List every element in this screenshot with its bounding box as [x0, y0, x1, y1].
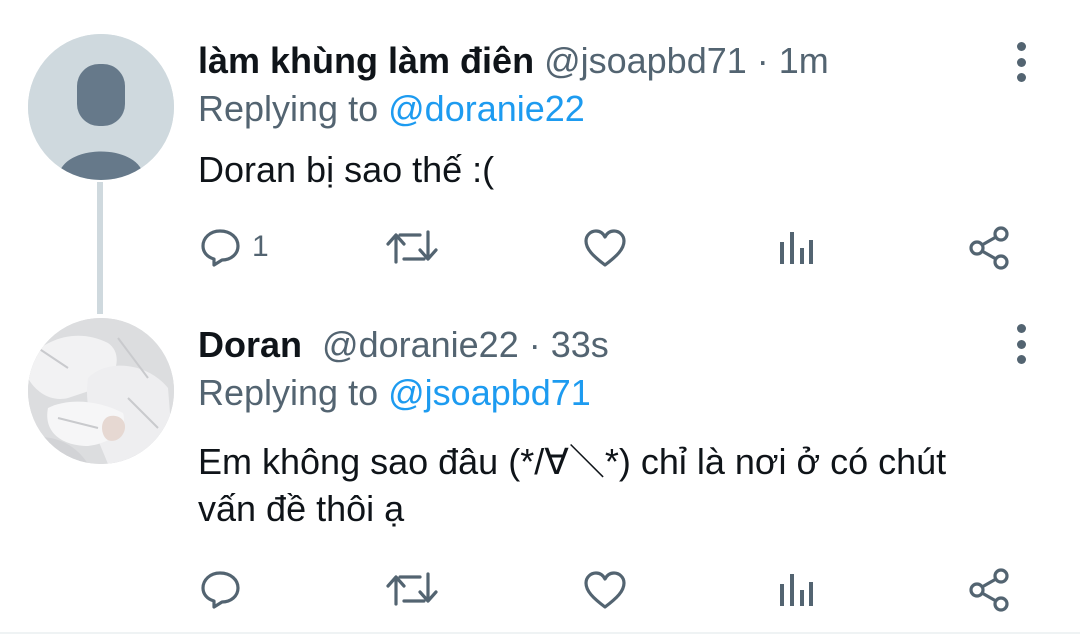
timestamp[interactable]: · 33s — [529, 324, 609, 365]
reply-button[interactable] — [200, 569, 252, 609]
display-name[interactable]: làm khùng làm điên — [198, 40, 534, 81]
share-button[interactable] — [968, 226, 1010, 270]
tweet-header: làm khùng làm điên @jsoapbd71 · 1m — [198, 40, 829, 82]
replying-to-mention[interactable]: @jsoapbd71 — [388, 372, 591, 413]
replying-to-line: Replying to @jsoapbd71 — [198, 372, 591, 414]
timestamp[interactable]: · 1m — [757, 40, 829, 81]
reply-button[interactable]: 1 — [200, 227, 269, 267]
analytics-icon — [780, 574, 813, 606]
tweet-text-line-1: Em không sao đâu (*/∀＼*) chỉ là nơi ở có… — [198, 441, 947, 482]
tweet-text-content: Doran bị sao thế :( — [198, 149, 495, 190]
user-handle[interactable]: @doranie22 — [322, 324, 519, 365]
reply-icon — [201, 571, 240, 609]
bottom-divider — [0, 632, 1080, 634]
tweet-text-line-2: vấn đề thôi ạ — [198, 488, 405, 529]
like-icon — [584, 229, 626, 267]
share-icon — [969, 568, 1009, 612]
display-name[interactable]: Doran — [198, 324, 302, 365]
replying-to-label: Replying to — [198, 88, 379, 129]
avatar-photo[interactable] — [28, 318, 174, 464]
default-profile-icon — [28, 34, 174, 180]
retweet-button[interactable] — [386, 570, 438, 608]
avatar-default[interactable] — [28, 34, 174, 180]
analytics-button[interactable] — [778, 228, 816, 268]
more-vertical-icon — [1016, 42, 1026, 51]
retweet-icon — [386, 230, 438, 264]
reply-count: 1 — [252, 230, 269, 263]
share-icon — [969, 226, 1009, 270]
like-button[interactable] — [583, 228, 627, 268]
tweet-text: Doran bị sao thế :( — [198, 146, 1038, 193]
thread-connector-line — [97, 182, 103, 314]
analytics-icon — [780, 232, 813, 264]
retweet-icon — [386, 572, 438, 606]
reply-icon — [201, 229, 240, 267]
replying-to-label: Replying to — [198, 372, 379, 413]
replying-to-mention[interactable]: @doranie22 — [388, 88, 585, 129]
like-icon — [584, 571, 626, 609]
user-handle[interactable]: @jsoapbd71 — [544, 40, 747, 81]
more-options-button[interactable] — [1004, 324, 1038, 364]
retweet-button[interactable] — [386, 228, 438, 266]
like-button[interactable] — [583, 570, 627, 610]
share-button[interactable] — [968, 568, 1010, 612]
replying-to-line: Replying to @doranie22 — [198, 88, 585, 130]
tweet-header: Doran @doranie22 · 33s — [198, 324, 609, 366]
tweet-text: Em không sao đâu (*/∀＼*) chỉ là nơi ở có… — [198, 438, 1038, 532]
analytics-button[interactable] — [778, 570, 816, 610]
more-options-button[interactable] — [1004, 42, 1038, 82]
profile-photo — [28, 318, 174, 464]
more-vertical-icon — [1016, 324, 1026, 333]
